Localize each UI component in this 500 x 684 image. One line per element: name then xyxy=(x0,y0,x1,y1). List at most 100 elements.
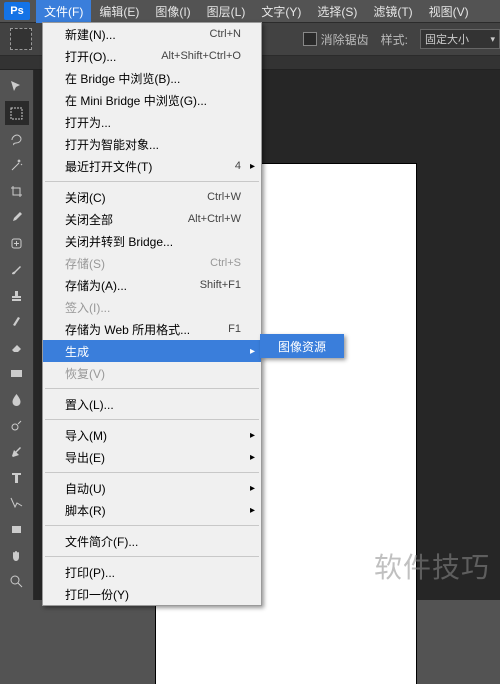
menu-item-label: 恢复(V) xyxy=(65,365,105,382)
menu-item-label: 自动(U) xyxy=(65,480,106,497)
menu-separator xyxy=(45,388,259,389)
menu-item-label: 关闭全部 xyxy=(65,211,113,228)
menu-item-label: 生成 xyxy=(65,343,89,360)
menu-item: 签入(I)... xyxy=(43,296,261,318)
menu-separator xyxy=(45,472,259,473)
menu-item-shortcut: Ctrl+N xyxy=(210,28,241,40)
style-select[interactable]: 固定大小 ▾ xyxy=(420,29,500,49)
antialias-label: 消除锯齿 xyxy=(321,31,369,48)
menu-item[interactable]: 自动(U) ▸ xyxy=(43,477,261,499)
menu-文件[interactable]: 文件(F) xyxy=(36,0,91,23)
menu-separator xyxy=(45,181,259,182)
menu-item: 存储(S) Ctrl+S xyxy=(43,252,261,274)
watermark-text: 软件技巧 xyxy=(374,546,490,586)
menu-item[interactable]: 打印一份(Y) xyxy=(43,583,261,605)
tools-panel xyxy=(0,70,34,600)
menu-item[interactable]: 关闭(C) Ctrl+W xyxy=(43,186,261,208)
menu-item-label: 在 Bridge 中浏览(B)... xyxy=(65,70,180,87)
tool-move[interactable] xyxy=(5,75,29,99)
tool-hand[interactable] xyxy=(5,543,29,567)
menu-item-label: 置入(L)... xyxy=(65,396,114,413)
menu-item-shortcut: 4 xyxy=(235,160,241,172)
menu-item[interactable]: 导出(E) ▸ xyxy=(43,446,261,468)
menu-item[interactable]: 脚本(R)▸ xyxy=(43,499,261,521)
tool-zoom[interactable] xyxy=(5,569,29,593)
submenu-arrow-icon: ▸ xyxy=(250,346,255,357)
submenu-arrow-icon: ▸ xyxy=(250,161,255,172)
menu-item[interactable]: 生成 ▸ xyxy=(43,340,261,362)
menu-item[interactable]: 置入(L)... xyxy=(43,393,261,415)
menu-item-label: 关闭(C) xyxy=(65,189,106,206)
style-select-value: 固定大小 xyxy=(425,31,469,47)
tool-preset-icon[interactable] xyxy=(10,28,32,50)
tool-marquee[interactable] xyxy=(5,101,29,125)
menu-item[interactable]: 新建(N)... Ctrl+N xyxy=(43,23,261,45)
submenu-arrow-icon: ▸ xyxy=(250,483,255,494)
menu-item[interactable]: 最近打开文件(T) 4 ▸ xyxy=(43,155,261,177)
menu-item-label: 新建(N)... xyxy=(65,26,116,43)
menu-item: 恢复(V) xyxy=(43,362,261,384)
submenu-arrow-icon: ▸ xyxy=(250,452,255,463)
menu-图层[interactable]: 图层(L) xyxy=(199,0,254,23)
menubar: Ps 文件(F)编辑(E)图像(I)图层(L)文字(Y)选择(S)滤镜(T)视图… xyxy=(0,0,500,22)
tool-gradient[interactable] xyxy=(5,361,29,385)
menu-separator xyxy=(45,419,259,420)
menu-item-label: 存储为(A)... xyxy=(65,277,127,294)
menu-视图[interactable]: 视图(V) xyxy=(421,0,477,23)
menu-item[interactable]: 打开为... xyxy=(43,111,261,133)
menu-item[interactable]: 文件简介(F)... xyxy=(43,530,261,552)
menu-item-label: 脚本(R) xyxy=(65,502,106,519)
menu-item-label: 打印(P)... xyxy=(65,564,115,581)
menu-item[interactable]: 在 Bridge 中浏览(B)... xyxy=(43,67,261,89)
menu-item-label: 文件简介(F)... xyxy=(65,533,138,550)
tool-wand[interactable] xyxy=(5,153,29,177)
menu-item-label: 存储(S) xyxy=(65,255,105,272)
antialias-checkbox[interactable] xyxy=(303,32,317,46)
menu-item-label: 导出(E) xyxy=(65,449,105,466)
menu-item[interactable]: 打开(O)...Alt+Shift+Ctrl+O xyxy=(43,45,261,67)
generate-submenu: 图像资源 xyxy=(260,334,344,358)
tool-type[interactable] xyxy=(5,465,29,489)
menu-item-shortcut: Alt+Shift+Ctrl+O xyxy=(161,50,241,62)
tool-stamp[interactable] xyxy=(5,283,29,307)
tool-eraser[interactable] xyxy=(5,335,29,359)
menu-item[interactable]: 打开为智能对象... xyxy=(43,133,261,155)
tool-blur[interactable] xyxy=(5,387,29,411)
menu-item[interactable]: 导入(M) ▸ xyxy=(43,424,261,446)
menu-图像[interactable]: 图像(I) xyxy=(147,0,198,23)
tool-heal[interactable] xyxy=(5,231,29,255)
style-label: 样式: xyxy=(381,31,408,48)
menu-item-shortcut: F1 xyxy=(228,323,241,335)
menu-item[interactable]: 在 Mini Bridge 中浏览(G)... xyxy=(43,89,261,111)
tool-pen[interactable] xyxy=(5,439,29,463)
menu-item[interactable]: 打印(P)... xyxy=(43,561,261,583)
tool-history[interactable] xyxy=(5,309,29,333)
tool-brush[interactable] xyxy=(5,257,29,281)
tool-rect[interactable] xyxy=(5,517,29,541)
menu-item[interactable]: 存储为 Web 所用格式...F1 xyxy=(43,318,261,340)
menu-文字[interactable]: 文字(Y) xyxy=(253,0,309,23)
menu-编辑[interactable]: 编辑(E) xyxy=(91,0,147,23)
menu-item-label: 导入(M) xyxy=(65,427,107,444)
menu-item-shortcut: Alt+Ctrl+W xyxy=(188,213,241,225)
menu-item[interactable]: 关闭并转到 Bridge... xyxy=(43,230,261,252)
file-menu-dropdown: 新建(N)... Ctrl+N 打开(O)...Alt+Shift+Ctrl+O 在 … xyxy=(42,22,262,606)
menu-选择[interactable]: 选择(S) xyxy=(309,0,365,23)
antialias-group: 消除锯齿 xyxy=(303,31,369,48)
submenu-item-image-assets[interactable]: 图像资源 xyxy=(261,335,343,357)
tool-path[interactable] xyxy=(5,491,29,515)
menu-item-shortcut: Ctrl+W xyxy=(207,191,241,203)
menu-item-shortcut: Ctrl+S xyxy=(210,257,241,269)
menu-item-shortcut: Shift+F1 xyxy=(200,279,241,291)
tool-dodge[interactable] xyxy=(5,413,29,437)
menu-item-label: 签入(I)... xyxy=(65,299,110,316)
tool-lasso[interactable] xyxy=(5,127,29,151)
submenu-arrow-icon: ▸ xyxy=(250,430,255,441)
chevron-down-icon: ▾ xyxy=(490,34,495,45)
menu-item-label: 最近打开文件(T) xyxy=(65,158,152,175)
tool-crop[interactable] xyxy=(5,179,29,203)
menu-item[interactable]: 存储为(A)... Shift+F1 xyxy=(43,274,261,296)
menu-滤镜[interactable]: 滤镜(T) xyxy=(365,0,420,23)
menu-item[interactable]: 关闭全部 Alt+Ctrl+W xyxy=(43,208,261,230)
tool-eyedrop[interactable] xyxy=(5,205,29,229)
